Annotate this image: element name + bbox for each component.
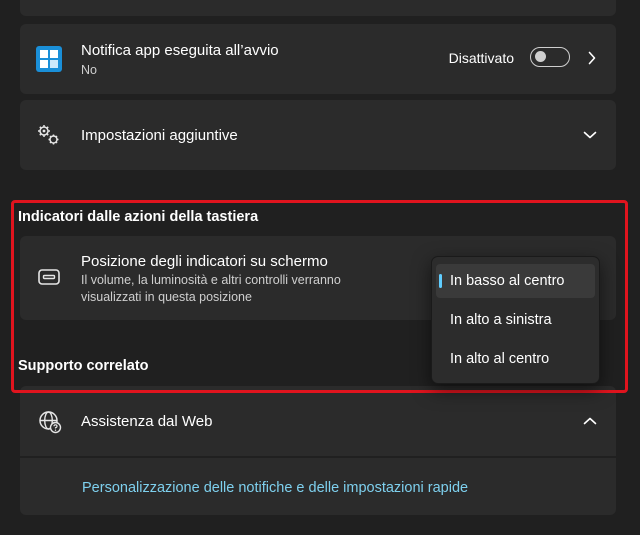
chevron-right-icon[interactable]: [588, 51, 596, 65]
chevron-down-icon[interactable]: [583, 131, 597, 139]
startup-notification-toggle[interactable]: [530, 47, 570, 67]
related-support-section-title: Supporto correlato: [18, 358, 149, 374]
indicator-position-dropdown[interactable]: In basso al centro In alto a sinistra In…: [431, 256, 600, 384]
notifications-quick-settings-link[interactable]: Personalizzazione delle notifiche e dell…: [82, 480, 468, 496]
dropdown-option-label: In alto a sinistra: [450, 312, 552, 328]
app-grid-icon: [36, 46, 62, 72]
indicator-position-description-line1: Il volume, la luminosità e altri control…: [81, 273, 341, 287]
additional-settings-row[interactable]: Impostazioni aggiuntive: [20, 100, 616, 170]
gears-icon: [38, 125, 59, 145]
web-help-links: Personalizzazione delle notifiche e dell…: [20, 458, 616, 515]
dropdown-option[interactable]: In alto a sinistra: [436, 303, 595, 337]
toggle-knob: [535, 51, 546, 62]
dropdown-option-label: In basso al centro: [450, 273, 565, 289]
dropdown-option[interactable]: In basso al centro: [436, 264, 595, 298]
screen-indicator-icon: [38, 269, 60, 285]
toggle-state-label: Disattivato: [448, 50, 514, 66]
indicator-position-description-line2: visualizzati in questa posizione: [81, 290, 252, 304]
settings-card-top: [20, 0, 616, 16]
keyboard-indicators-section-title: Indicatori dalle azioni della tastiera: [18, 209, 259, 225]
dropdown-option[interactable]: In alto al centro: [436, 342, 595, 376]
web-help-row[interactable]: Assistenza dal Web: [20, 386, 616, 456]
chevron-up-icon[interactable]: [583, 417, 597, 425]
dropdown-option-label: In alto al centro: [450, 351, 550, 367]
startup-app-notification-title: Notifica app eseguita all’avvio: [81, 42, 279, 59]
indicator-position-title: Posizione degli indicatori su schermo: [81, 253, 328, 270]
additional-settings-title: Impostazioni aggiuntive: [81, 127, 238, 144]
globe-help-icon: [39, 411, 62, 434]
web-help-title: Assistenza dal Web: [81, 413, 213, 430]
selected-indicator: [439, 274, 442, 288]
startup-app-notification-status: No: [81, 63, 97, 77]
startup-app-notification-row[interactable]: Notifica app eseguita all’avvio No Disat…: [20, 24, 616, 94]
